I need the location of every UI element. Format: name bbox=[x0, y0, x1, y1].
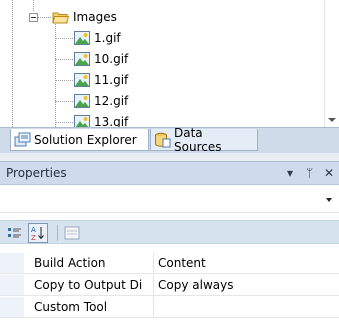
row-gutter bbox=[0, 275, 24, 295]
file-label: 13.gif bbox=[94, 115, 129, 127]
pin-icon[interactable]: ᛘ bbox=[306, 166, 313, 180]
properties-title: Properties bbox=[6, 166, 67, 180]
file-label: 1.gif bbox=[94, 31, 121, 45]
properties-toolbar: AZ bbox=[0, 220, 339, 244]
property-value[interactable]: Copy always bbox=[158, 278, 233, 292]
tree-guide-line bbox=[55, 80, 75, 81]
column-divider[interactable] bbox=[153, 275, 154, 295]
close-icon[interactable]: ✕ bbox=[324, 166, 334, 180]
panel-splitter[interactable] bbox=[0, 153, 339, 161]
alphabetical-button[interactable]: AZ bbox=[28, 223, 48, 243]
tree-guide-line bbox=[38, 17, 51, 18]
tool-window-tabs: Solution Explorer Data Sources bbox=[0, 125, 339, 154]
solution-explorer-icon bbox=[14, 132, 31, 148]
vertical-scrollbar[interactable] bbox=[324, 0, 339, 127]
property-grid: Build Action Content Copy to Output Di C… bbox=[0, 246, 339, 325]
property-row[interactable]: Custom Tool bbox=[0, 297, 339, 318]
gif-image-icon bbox=[74, 115, 90, 127]
tab-label: Solution Explorer bbox=[34, 132, 137, 147]
row-gutter bbox=[0, 297, 24, 317]
alphabetical-icon: AZ bbox=[29, 226, 47, 245]
chevron-down-icon[interactable] bbox=[326, 198, 332, 202]
gif-image-icon bbox=[74, 52, 90, 66]
window-position-dropdown-icon[interactable]: ▾ bbox=[287, 166, 293, 180]
collapse-toggle[interactable] bbox=[29, 13, 38, 22]
tree-item-file[interactable]: 13.gif bbox=[74, 112, 128, 127]
property-pages-icon bbox=[62, 226, 82, 246]
properties-title-bar: Properties ▾ ᛘ ✕ bbox=[0, 161, 339, 185]
property-row[interactable]: Build Action Content bbox=[0, 253, 339, 274]
categorized-button[interactable] bbox=[5, 223, 25, 243]
tree-item-images-folder[interactable]: Images bbox=[52, 7, 117, 27]
tree-guide-line bbox=[12, 0, 13, 127]
toolbar-separator bbox=[57, 225, 58, 241]
tree-item-file[interactable]: 10.gif bbox=[74, 49, 128, 69]
object-selector-dropdown[interactable] bbox=[0, 185, 339, 213]
property-row[interactable]: Copy to Output Di Copy always bbox=[0, 275, 339, 296]
property-pages-button[interactable] bbox=[62, 223, 82, 243]
svg-text:Z: Z bbox=[31, 234, 36, 242]
property-name: Custom Tool bbox=[34, 300, 108, 314]
property-name: Build Action bbox=[34, 256, 106, 270]
tree-guide-line bbox=[55, 59, 75, 60]
gif-image-icon bbox=[74, 73, 90, 87]
tree-item-file[interactable]: 12.gif bbox=[74, 91, 128, 111]
scroll-down-icon[interactable] bbox=[328, 118, 336, 122]
column-divider[interactable] bbox=[153, 297, 154, 317]
tab-label: Data Sources bbox=[174, 125, 222, 154]
solution-explorer-tree: Images 1.gif 10.gif 11.gif 12.gif 13.gif bbox=[0, 0, 339, 127]
folder-icon bbox=[52, 11, 70, 24]
column-divider[interactable] bbox=[153, 253, 154, 273]
property-name: Copy to Output Di bbox=[34, 278, 143, 292]
file-label: 12.gif bbox=[94, 94, 129, 108]
svg-text:A: A bbox=[31, 226, 36, 234]
file-label: 10.gif bbox=[94, 52, 129, 66]
tree-guide-line bbox=[33, 0, 34, 11]
data-sources-icon bbox=[154, 132, 171, 148]
property-value[interactable]: Content bbox=[158, 256, 206, 270]
file-label: 11.gif bbox=[94, 73, 129, 87]
tab-solution-explorer[interactable]: Solution Explorer bbox=[10, 129, 149, 151]
tree-guide-line bbox=[55, 38, 75, 39]
row-gutter bbox=[0, 253, 24, 273]
tree-item-file[interactable]: 1.gif bbox=[74, 28, 121, 48]
tab-data-sources[interactable]: Data Sources bbox=[150, 125, 258, 154]
tree-guide-line bbox=[55, 101, 75, 102]
categorized-icon bbox=[5, 228, 25, 246]
tree-item-file[interactable]: 11.gif bbox=[74, 70, 128, 90]
tree-guide-line bbox=[55, 122, 75, 123]
gif-image-icon bbox=[74, 31, 90, 45]
gif-image-icon bbox=[74, 94, 90, 108]
folder-label: Images bbox=[73, 10, 117, 24]
